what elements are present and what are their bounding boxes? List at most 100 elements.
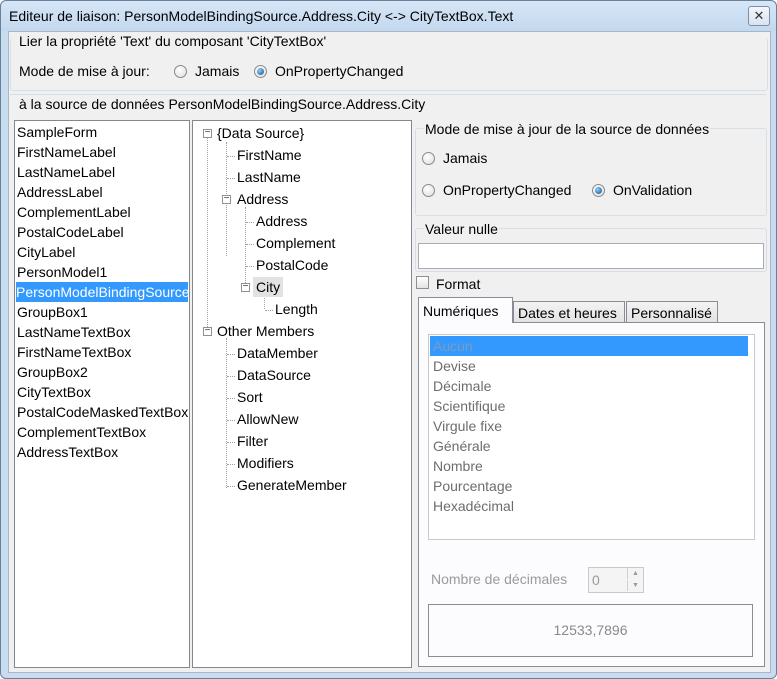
component-item[interactable]: GroupBox2 [17, 362, 88, 382]
component-item[interactable]: SampleForm [17, 122, 97, 142]
source-update-onpropertychanged-radio[interactable] [422, 184, 435, 197]
tab-numeriques[interactable]: Numériques [418, 297, 513, 323]
source-update-caption: Mode de mise à jour de la source de donn… [424, 121, 711, 137]
tab-personnalise[interactable]: Personnalisé [626, 301, 718, 323]
component-item[interactable]: PersonModelBindingSource [16, 282, 189, 302]
source-update-onpropertychanged-label[interactable]: OnPropertyChanged [443, 182, 571, 198]
decimals-down-button[interactable]: ▼ [627, 580, 643, 591]
component-item[interactable]: PostalCodeLabel [17, 222, 124, 242]
close-icon: ✕ [753, 8, 765, 23]
component-item[interactable]: AddressLabel [17, 182, 103, 202]
tree-line [227, 486, 235, 487]
component-item[interactable]: PostalCodeMaskedTextBox [17, 402, 188, 422]
tree-line [227, 464, 235, 465]
tree-node-datamember[interactable]: DataMember [237, 343, 318, 363]
update-mode-onpropertychanged-radio[interactable] [254, 65, 267, 78]
null-value-caption: Valeur nulle [424, 221, 499, 237]
separator [10, 94, 766, 95]
tree-node-sort[interactable]: Sort [237, 387, 263, 407]
decimals-label: Nombre de décimales [431, 571, 568, 587]
tree-node-city[interactable]: City [253, 277, 284, 297]
window-title: Editeur de liaison: PersonModelBindingSo… [9, 8, 514, 24]
tree-line [245, 207, 246, 291]
tree-line [246, 244, 254, 245]
tree-node-lastname[interactable]: LastName [237, 167, 301, 187]
tree-node-filter[interactable]: Filter [237, 431, 268, 451]
tab-dates-et-heures[interactable]: Dates et heures [513, 301, 625, 323]
tree-node-address-address[interactable]: Address [256, 211, 307, 231]
tree-line [227, 354, 235, 355]
source-update-jamais-label[interactable]: Jamais [443, 150, 487, 166]
tree-node-postalcode[interactable]: PostalCode [256, 255, 328, 275]
update-mode-jamais-label[interactable]: Jamais [195, 63, 239, 79]
format-type-item[interactable]: Aucun [430, 336, 748, 356]
format-checkbox[interactable] [416, 276, 429, 289]
format-preview-text: 12533,7896 [553, 622, 628, 638]
tree-line [246, 222, 254, 223]
component-item[interactable]: AddressTextBox [17, 442, 118, 462]
tree-line [227, 156, 235, 157]
tree-line [265, 310, 273, 311]
update-mode-jamais-radio[interactable] [174, 65, 187, 78]
tree-node-allownew[interactable]: AllowNew [237, 409, 298, 429]
tree-line [227, 376, 235, 377]
format-type-item[interactable]: Scientifique [430, 396, 505, 416]
component-item[interactable]: PersonModel1 [17, 262, 107, 282]
tree-node-address[interactable]: Address [237, 189, 288, 209]
other-members-collapse-icon[interactable]: − [203, 326, 212, 336]
format-type-item[interactable]: Hexadécimal [430, 496, 514, 516]
members-tree[interactable]: − {Data Source} FirstName LastName − Add… [192, 120, 412, 668]
component-item[interactable]: FirstNameLabel [17, 142, 116, 162]
format-type-item[interactable]: Nombre [430, 456, 483, 476]
format-type-item[interactable]: Devise [430, 356, 476, 376]
component-item[interactable]: CityLabel [17, 242, 75, 262]
format-types-listbox[interactable]: Aucun Devise Décimale Scientifique Virgule f… [428, 334, 755, 540]
format-type-item[interactable]: Décimale [430, 376, 491, 396]
decimals-stepper[interactable]: 0 ▲ ▼ [588, 567, 644, 593]
components-listbox[interactable]: SampleForm FirstNameLabel LastNameLabel Add… [14, 120, 190, 668]
decimals-up-button[interactable]: ▲ [627, 568, 643, 579]
tree-line [227, 420, 235, 421]
update-mode-onpropertychanged-label[interactable]: OnPropertyChanged [275, 63, 403, 79]
update-mode-label: Mode de mise à jour: [19, 63, 150, 79]
tree-line [226, 338, 227, 488]
title-bar[interactable]: Editeur de liaison: PersonModelBindingSo… [1, 1, 776, 31]
format-type-item[interactable]: Pourcentage [430, 476, 512, 496]
tree-node-data-source[interactable]: {Data Source} [217, 123, 304, 143]
source-update-onvalidation-label[interactable]: OnValidation [613, 182, 692, 198]
format-preview-box: 12533,7896 [428, 604, 753, 657]
source-update-onvalidation-radio[interactable] [592, 184, 605, 197]
null-value-input[interactable] [418, 243, 764, 269]
tree-line [227, 178, 235, 179]
component-item[interactable]: LastNameLabel [17, 162, 115, 182]
tree-node-generatemember[interactable]: GenerateMember [237, 475, 347, 495]
format-label[interactable]: Format [436, 276, 480, 292]
tree-line [246, 266, 254, 267]
city-collapse-icon[interactable]: − [241, 282, 250, 292]
tree-line [227, 398, 235, 399]
binding-group-caption: Lier la propriété 'Text' du composant 'C… [19, 33, 327, 49]
binding-editor-window: Editeur de liaison: PersonModelBindingSo… [0, 0, 777, 679]
tree-node-complement[interactable]: Complement [256, 233, 335, 253]
numeric-format-panel: Aucun Devise Décimale Scientifique Virgule f… [418, 322, 765, 667]
address-collapse-icon[interactable]: − [222, 194, 231, 204]
tree-node-length[interactable]: Length [275, 299, 318, 319]
component-item[interactable]: LastNameTextBox [17, 322, 131, 342]
tree-line [227, 442, 235, 443]
source-update-jamais-radio[interactable] [422, 152, 435, 165]
decimals-value: 0 [592, 572, 600, 588]
data-source-collapse-icon[interactable]: − [203, 128, 212, 138]
component-item[interactable]: CityTextBox [17, 382, 91, 402]
component-item[interactable]: FirstNameTextBox [17, 342, 131, 362]
source-update-groupbox [415, 128, 767, 216]
tree-node-modifiers[interactable]: Modifiers [237, 453, 294, 473]
tree-node-datasource[interactable]: DataSource [237, 365, 311, 385]
component-item[interactable]: GroupBox1 [17, 302, 88, 322]
tree-node-firstname[interactable]: FirstName [237, 145, 302, 165]
format-type-item[interactable]: Virgule fixe [430, 416, 502, 436]
tree-node-other-members[interactable]: Other Members [217, 321, 314, 341]
component-item[interactable]: ComplementTextBox [17, 422, 146, 442]
format-type-item[interactable]: Générale [430, 436, 491, 456]
close-button[interactable]: ✕ [748, 6, 770, 26]
component-item[interactable]: ComplementLabel [17, 202, 131, 222]
